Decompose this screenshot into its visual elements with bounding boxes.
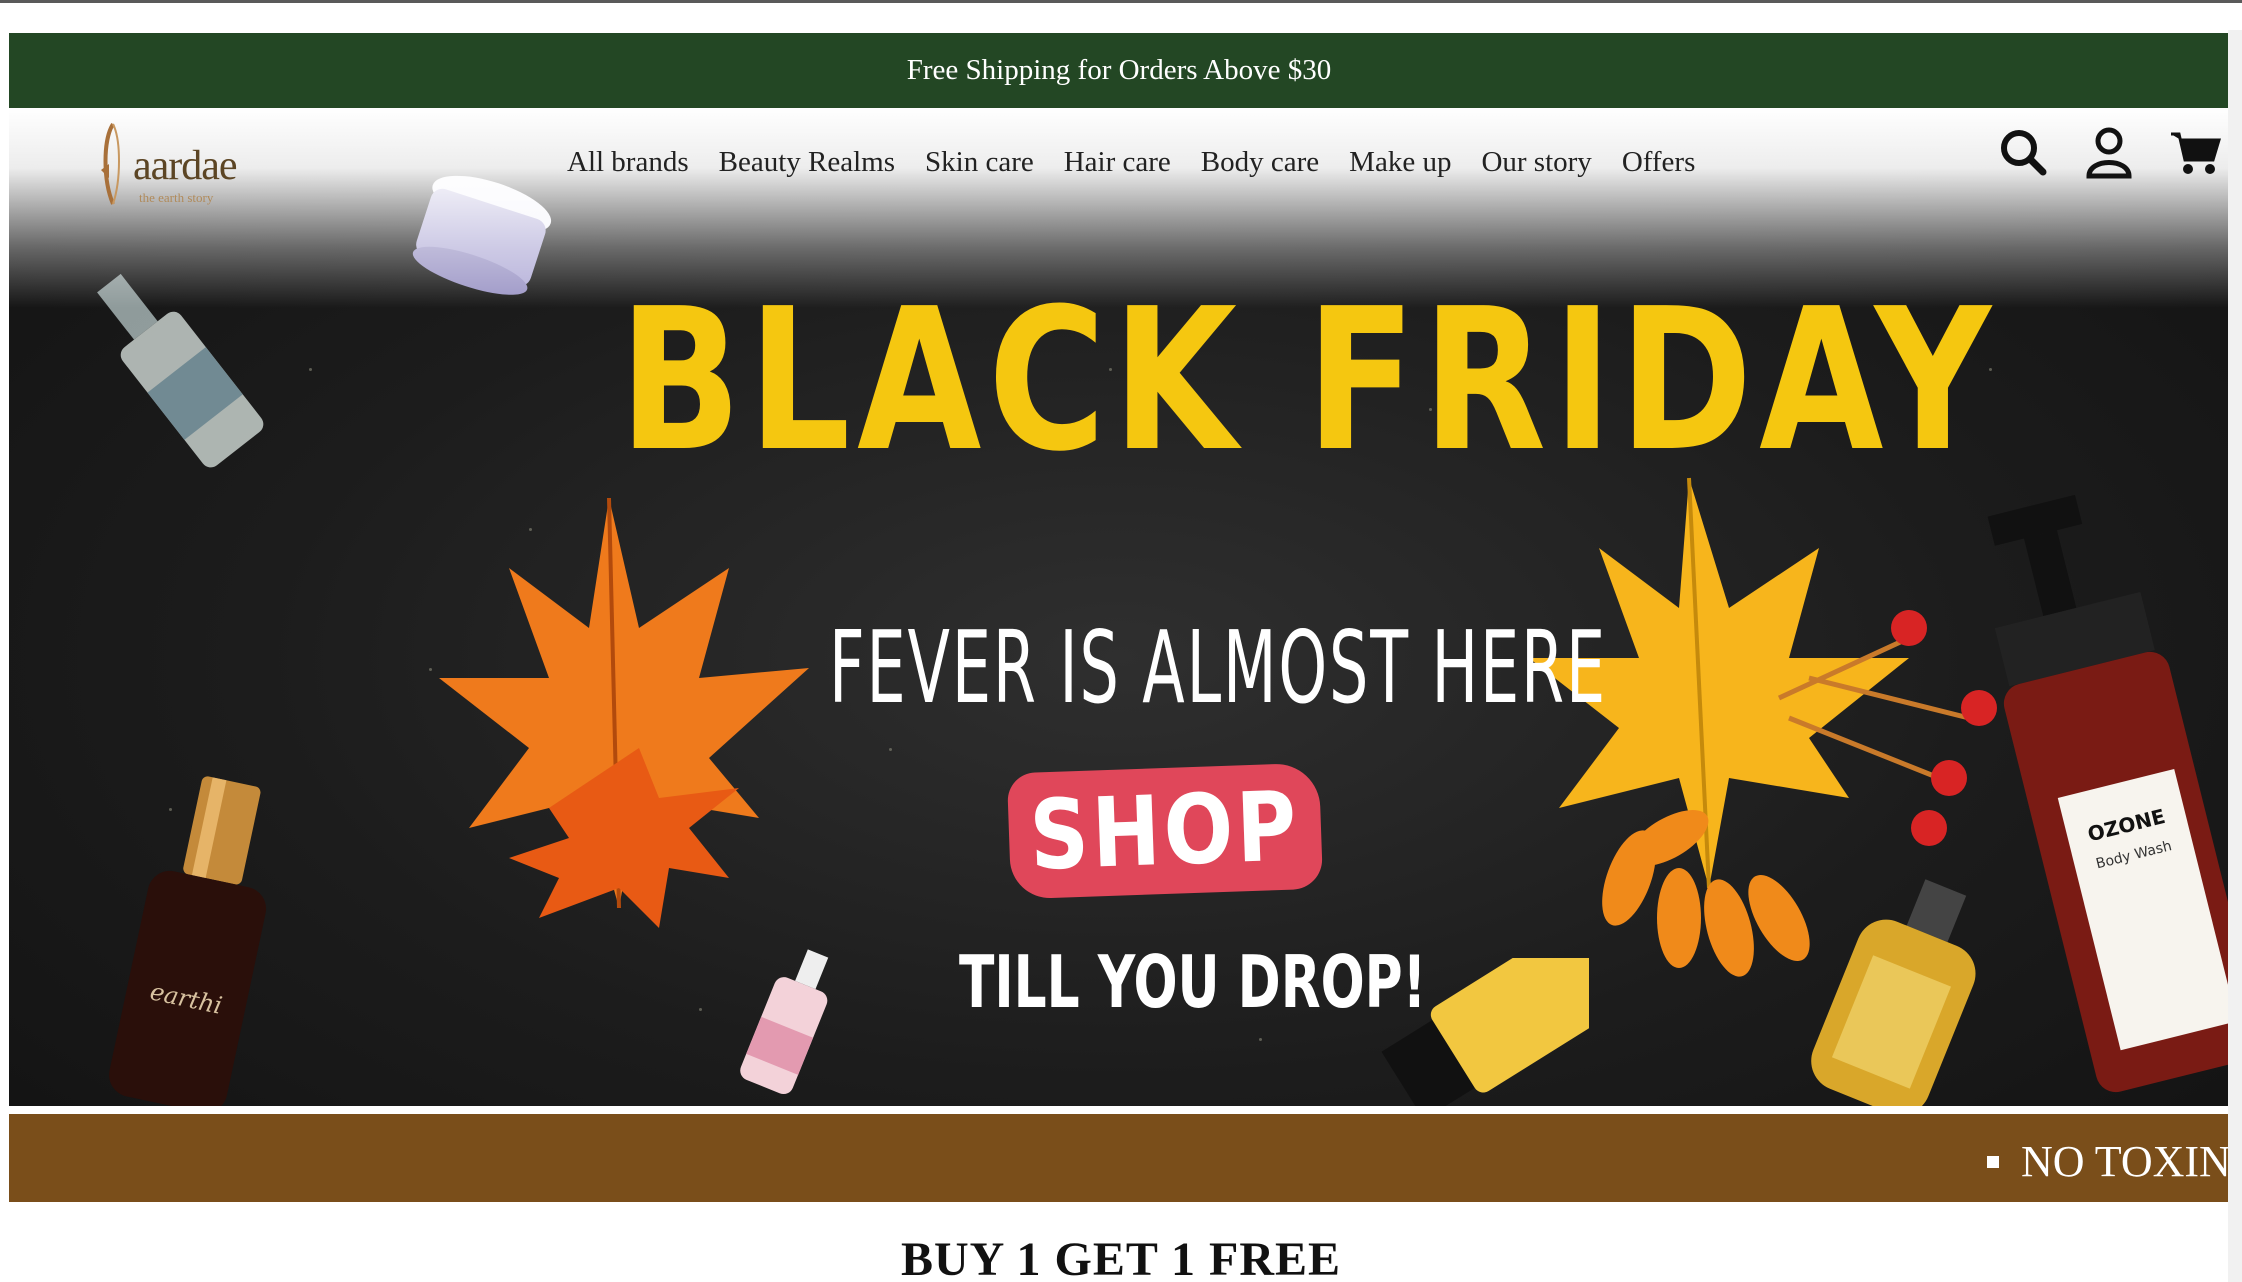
nav-offers[interactable]: Offers <box>1622 146 1696 179</box>
marquee-banner: NO TOXIN <box>9 1114 2229 1202</box>
nav-hair-care[interactable]: Hair care <box>1064 146 1171 179</box>
marquee-text: NO TOXIN <box>2021 1137 2229 1186</box>
small-pump-bottle-image <box>740 949 829 1095</box>
nav-beauty-realms[interactable]: Beauty Realms <box>719 146 895 179</box>
pump-bottle-image: OZONE Body Wash <box>1987 494 2229 1093</box>
section-title: BUY 1 GET 1 FREE <box>900 1233 1342 1282</box>
announcement-text: Free Shipping for Orders Above $30 <box>906 54 1332 86</box>
search-icon[interactable] <box>1997 124 2049 180</box>
brand-logo[interactable]: aardae the earth story <box>87 120 257 210</box>
main-nav: All brands Beauty Realms Skin care Hair … <box>567 146 1725 179</box>
announcement-bar: Free Shipping for Orders Above $30 <box>9 33 2229 108</box>
oil-shots-bottle-image <box>1811 879 1976 1106</box>
hair-oil-bottle-image: earthi <box>109 776 267 1106</box>
brand-tagline: the earth story <box>139 190 214 205</box>
page-scrollbar[interactable] <box>2228 30 2242 1282</box>
nav-skin-care[interactable]: Skin care <box>925 146 1034 179</box>
hero-banner[interactable]: earthi OZONE Body Wash BLACK FRIDAY FEVE… <box>9 108 2229 1106</box>
shop-button-label: SHOP <box>1028 770 1302 892</box>
logo-mark-icon <box>101 122 120 205</box>
square-bullet-icon <box>1987 1155 1999 1168</box>
shop-button[interactable]: SHOP <box>1006 762 1324 900</box>
cart-icon[interactable] <box>2169 124 2222 180</box>
account-icon[interactable] <box>2083 124 2135 180</box>
marquee-item: NO TOXIN <box>1987 1136 2229 1187</box>
window-top-border <box>0 0 2242 3</box>
maple-leaf-left-image <box>439 497 809 928</box>
hero-subline-drop: TILL YOU DROP! <box>959 940 1427 1024</box>
nav-our-story[interactable]: Our story <box>1481 146 1591 179</box>
nav-all-brands[interactable]: All brands <box>567 146 689 179</box>
site-header: aardae the earth story All brands Beauty… <box>9 108 2229 218</box>
brand-name: aardae <box>133 143 238 189</box>
hero-headline: BLACK FRIDAY <box>619 267 1998 495</box>
nav-make-up[interactable]: Make up <box>1349 146 1451 179</box>
hero-subline-fever: FEVER IS ALMOST HERE <box>829 609 1607 726</box>
header-actions <box>1997 124 2222 180</box>
nav-body-care[interactable]: Body care <box>1201 146 1319 179</box>
